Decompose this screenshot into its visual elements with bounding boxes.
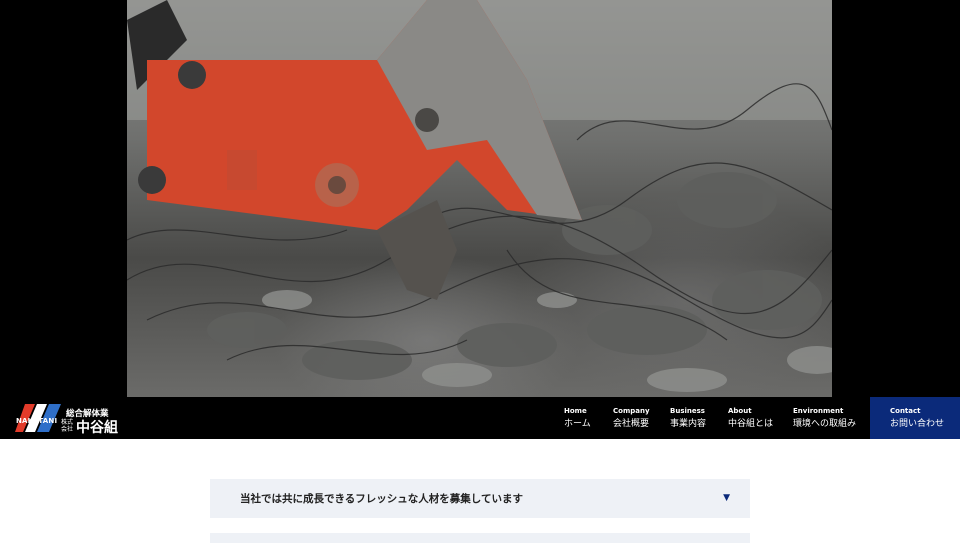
triangle-down-icon[interactable]: ▼ xyxy=(723,493,730,503)
nav-business[interactable]: Business 事業内容 xyxy=(670,407,706,430)
contact-ja: お問い合わせ xyxy=(890,419,945,429)
demolition-photo xyxy=(127,0,832,397)
nav-about[interactable]: About 中谷組とは xyxy=(728,407,773,430)
nav-company-ja: 会社概要 xyxy=(613,419,650,429)
nav-about-en: About xyxy=(728,407,752,415)
nav-company-en: Company xyxy=(613,407,650,415)
recruit-accordion[interactable]: 当社では共に成長できるフレッシュな人材を募集しています ▼ xyxy=(210,479,750,518)
nav-company[interactable]: Company 会社概要 xyxy=(613,407,650,430)
nav-environment[interactable]: Environment 環境への取組み xyxy=(793,407,856,430)
site-logo[interactable]: NAKATANI 総合解体業 株式会社 中谷組 xyxy=(15,404,125,436)
contact-button[interactable]: Contact お問い合わせ xyxy=(870,397,960,439)
nav-environment-ja: 環境への取組み xyxy=(793,419,857,429)
nav-business-en: Business xyxy=(670,407,705,415)
nav-environment-en: Environment xyxy=(793,407,844,415)
nav-home[interactable]: Home ホーム xyxy=(564,407,591,430)
logo-kabushiki: 株式会社 xyxy=(61,419,74,433)
nav-home-en: Home xyxy=(564,407,587,415)
logo-company-name: 中谷組 xyxy=(76,420,118,436)
logo-roman-text: NAKATANI xyxy=(16,417,58,425)
nav-about-ja: 中谷組とは xyxy=(728,419,774,429)
hero-section xyxy=(0,0,960,397)
accordion-next-item[interactable] xyxy=(210,533,750,543)
contact-en: Contact xyxy=(890,407,921,415)
nav-business-ja: 事業内容 xyxy=(670,419,707,429)
demolition-illustration xyxy=(127,0,832,392)
nav-home-ja: ホーム xyxy=(564,419,591,429)
accordion-title: 当社では共に成長できるフレッシュな人材を募集しています xyxy=(240,493,523,505)
